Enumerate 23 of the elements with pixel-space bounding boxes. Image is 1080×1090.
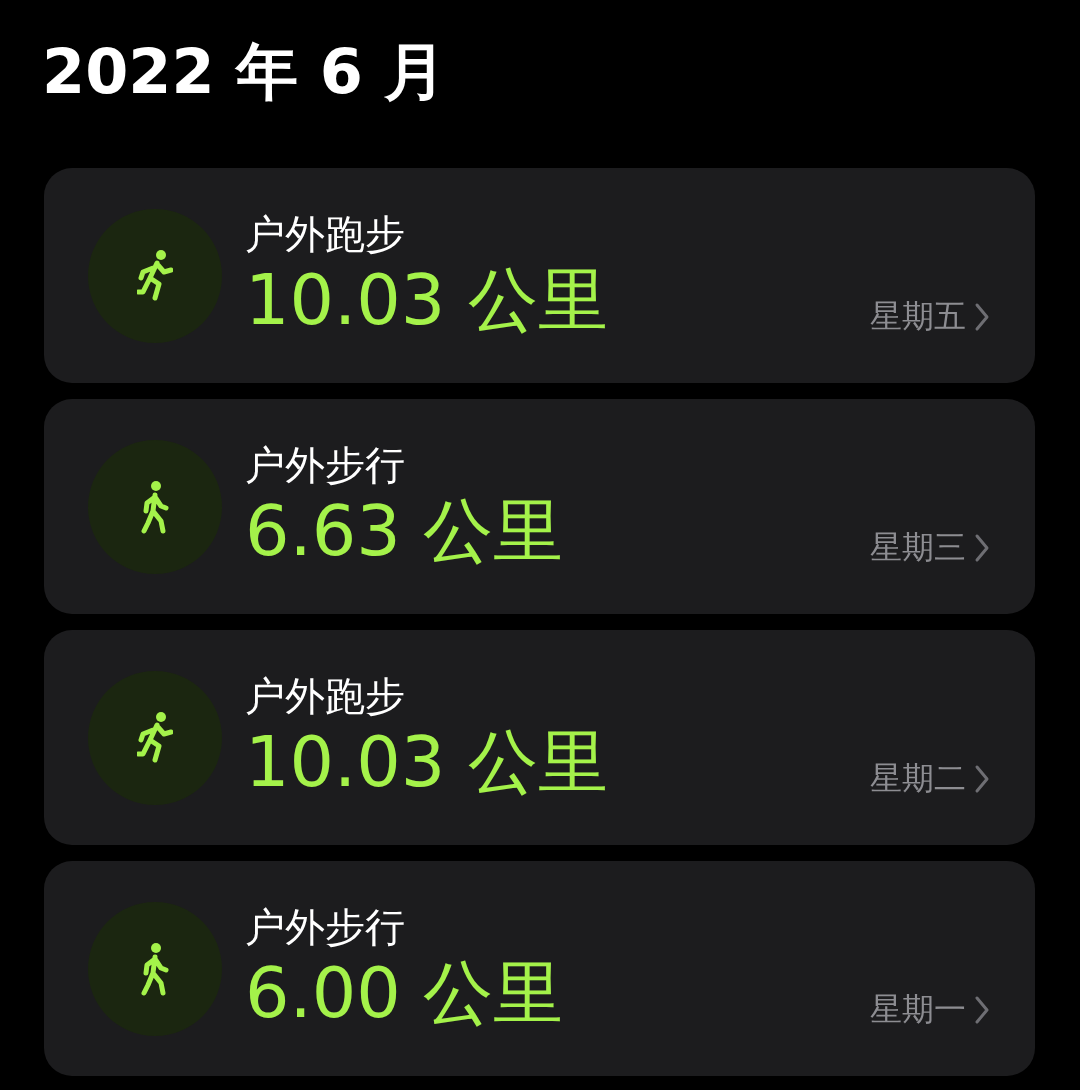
workout-distance: 6.63 公里 [245, 488, 565, 573]
workout-name: 户外跑步 [245, 671, 406, 720]
workout-card[interactable]: 户外步行 6.63 公里 星期三 [44, 399, 1035, 614]
chevron-icon [974, 764, 990, 794]
chevron-icon [974, 533, 990, 563]
workout-distance: 10.03 公里 [245, 257, 609, 342]
weekday-link[interactable]: 星期一 [870, 988, 990, 1032]
weekday-link[interactable]: 星期三 [870, 526, 990, 570]
walker-icon [140, 478, 170, 535]
workout-name: 户外步行 [245, 440, 406, 489]
workout-card[interactable]: 户外跑步 10.03 公里 星期五 [44, 168, 1035, 383]
month-title: 2022 年 6 月 [42, 34, 448, 110]
workout-card[interactable]: 户外跑步 10.03 公里 星期二 [44, 630, 1035, 845]
workout-distance: 6.00 公里 [245, 950, 565, 1035]
walker-icon [140, 940, 170, 997]
workout-distance: 10.03 公里 [245, 719, 609, 804]
workout-name: 户外步行 [245, 902, 406, 951]
chevron-icon [974, 302, 990, 332]
chevron-icon [974, 995, 990, 1025]
workout-name: 户外跑步 [245, 209, 406, 258]
weekday-link[interactable]: 星期二 [870, 757, 990, 801]
workout-card[interactable]: 户外步行 6.00 公里 星期一 [44, 861, 1035, 1076]
weekday-link[interactable]: 星期五 [870, 295, 990, 339]
